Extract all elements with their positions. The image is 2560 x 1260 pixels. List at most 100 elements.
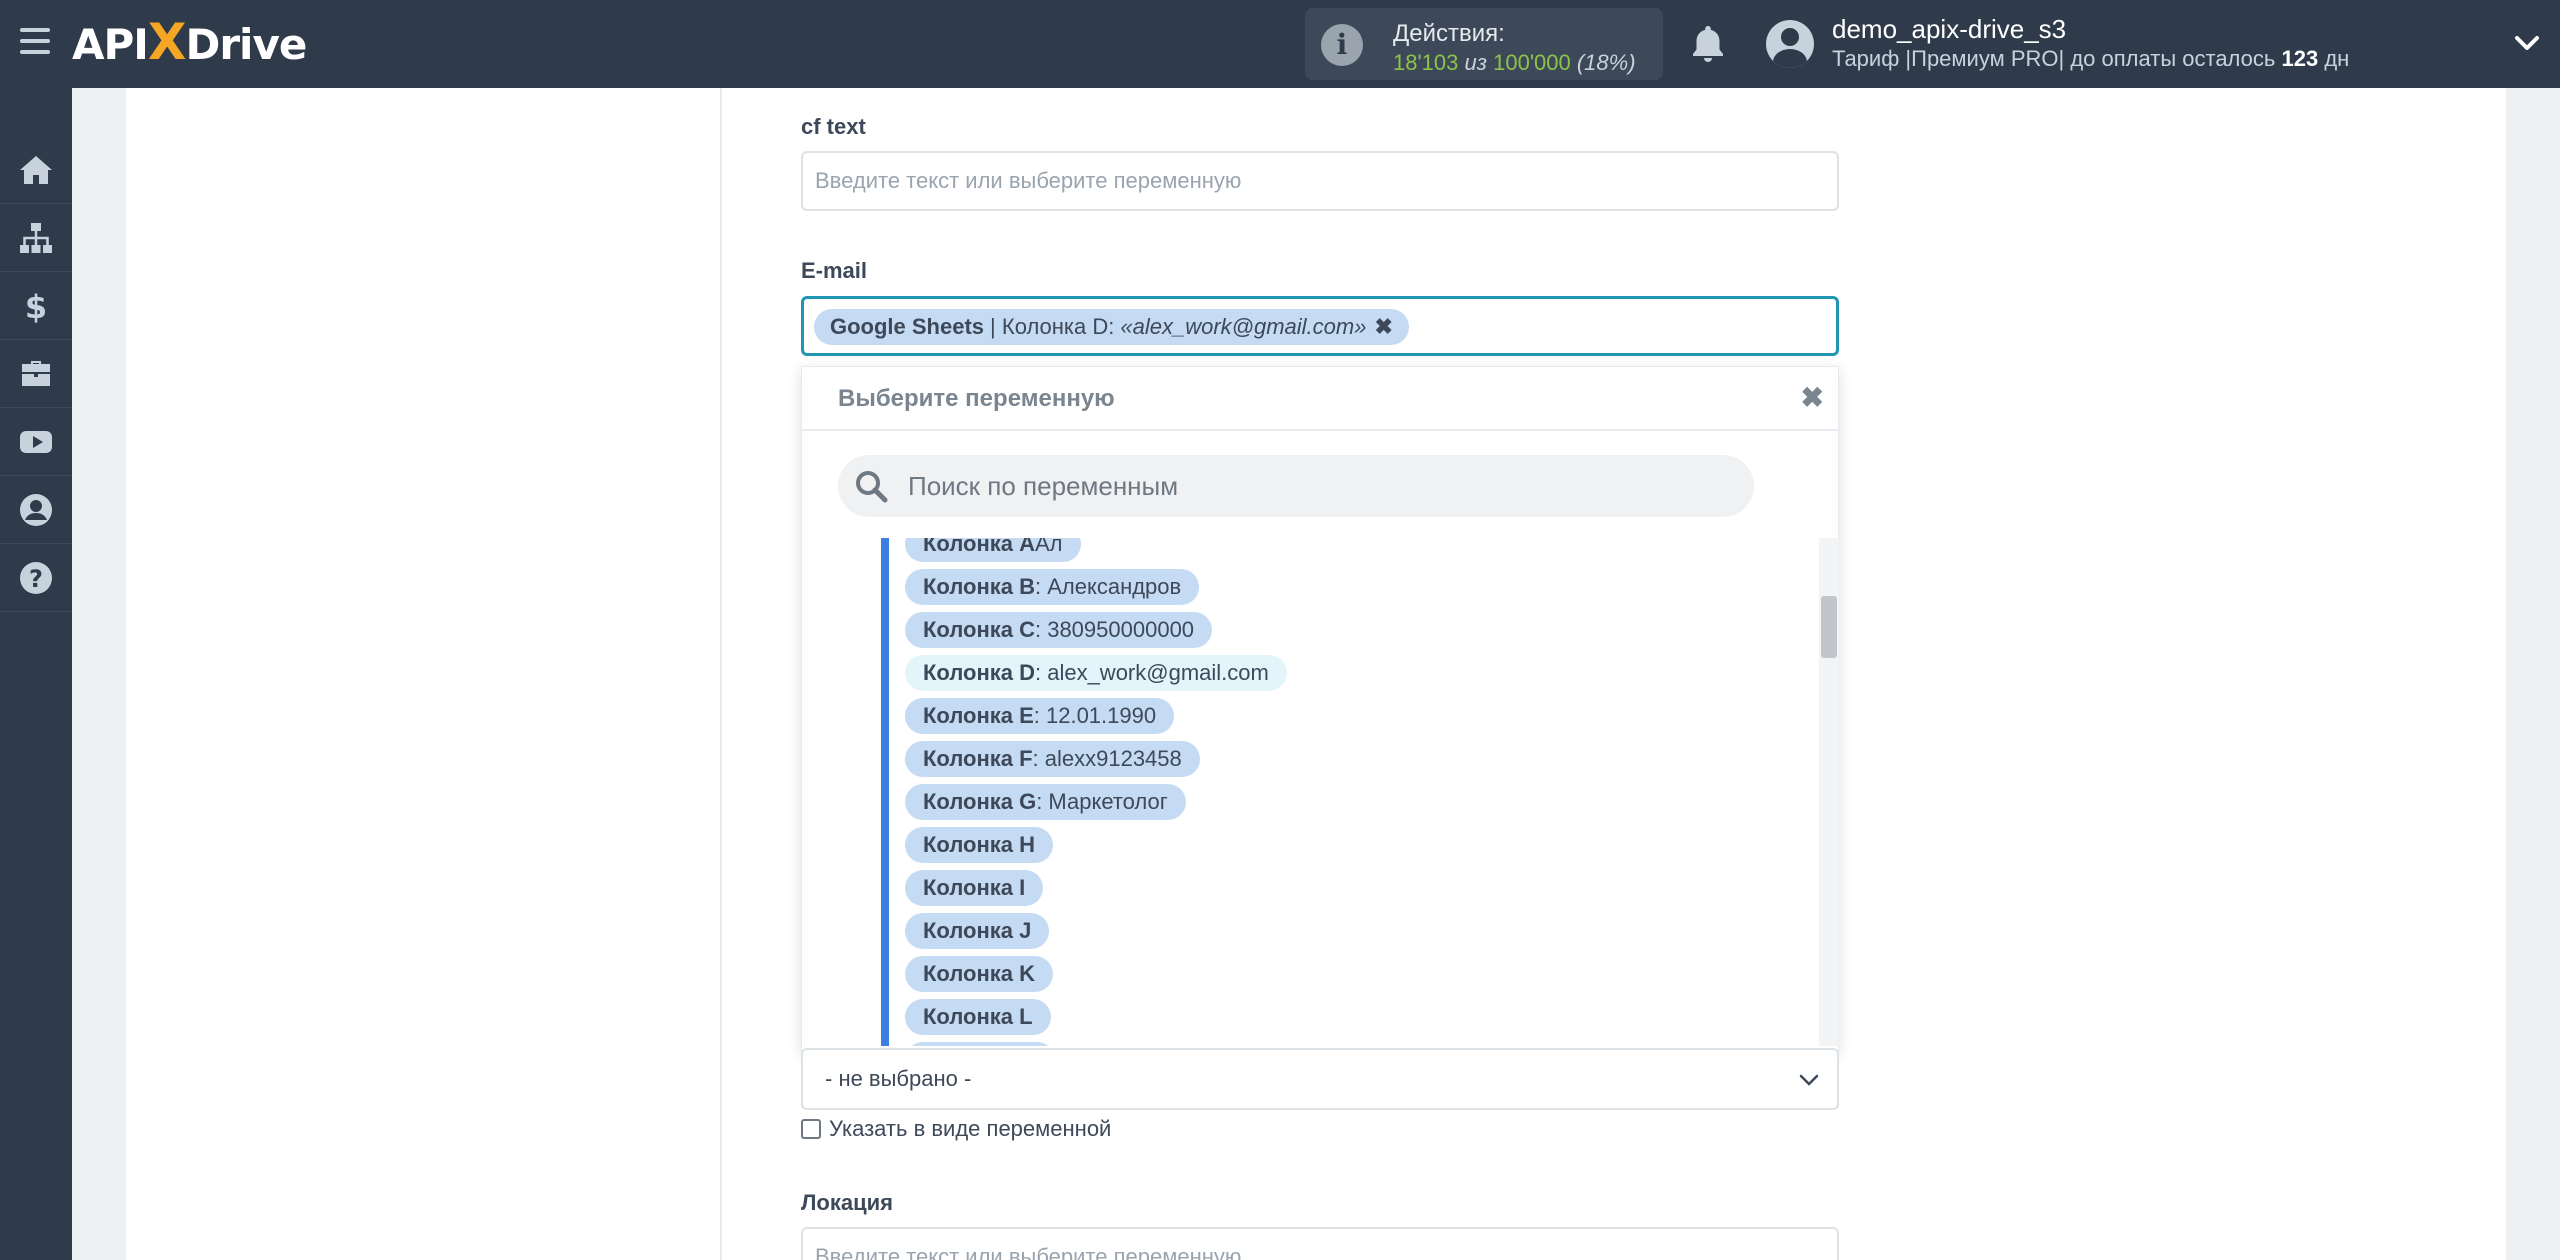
logo-text-drive: Drive	[185, 20, 307, 69]
tag-source: Google Sheets	[830, 314, 985, 339]
briefcase-icon	[22, 360, 50, 386]
email-variable-tag[interactable]: Google Sheets | Колонка D: «alex_work@gm…	[814, 309, 1409, 345]
close-icon[interactable]: ✖	[1801, 381, 1824, 414]
variable-selector-header: Выберите переменную ✖	[802, 367, 1838, 431]
variable-list[interactable]: Колонка A Ал Колонка B: Александров Колонка…	[801, 538, 1819, 1046]
variable-chip[interactable]: Колонка C: 380950000000	[905, 612, 1213, 648]
list-item[interactable]: Колонка M	[905, 1042, 1287, 1046]
actions-used: 18'103	[1393, 50, 1459, 75]
list-item[interactable]: Колонка F: alexx9123458	[905, 741, 1287, 777]
sidebar-item-billing[interactable]: $	[0, 272, 72, 340]
select-value: - не выбрано -	[825, 1066, 972, 1091]
variable-chip[interactable]: Колонка A Ал	[905, 538, 1081, 562]
email-field[interactable]: Google Sheets | Колонка D: «alex_work@gm…	[801, 296, 1839, 356]
top-bar: APIXDrive i Действия: 18'103 из 100'000 …	[0, 0, 2560, 88]
list-item[interactable]: Колонка A Ал	[905, 538, 1287, 562]
actions-total: 100'000	[1493, 50, 1571, 75]
actions-label: Действия:	[1393, 20, 1505, 47]
logo-text-api: API	[72, 20, 149, 69]
tag-column: | Колонка D:	[990, 314, 1115, 339]
variable-key: Колонка H	[923, 832, 1035, 857]
variable-key: Колонка F	[923, 746, 1033, 771]
menu-icon[interactable]	[20, 28, 50, 54]
sidebar-item-services[interactable]	[0, 340, 72, 408]
variable-key: Колонка E	[923, 703, 1034, 728]
tag-value: «alex_work@gmail.com»	[1120, 314, 1367, 339]
variable-chip[interactable]: Колонка L	[905, 999, 1051, 1035]
actions-percent: (18%)	[1576, 50, 1636, 75]
sidebar-item-profile[interactable]	[0, 476, 72, 544]
variable-chip[interactable]: Колонка B: Александров	[905, 569, 1200, 605]
left-sidebar: $ ?	[0, 88, 72, 1260]
variable-value: : alex_work@gmail.com	[1034, 660, 1269, 685]
variable-search[interactable]	[838, 455, 1754, 517]
variable-checkbox[interactable]	[801, 1119, 821, 1139]
variable-key: Колонка B	[923, 574, 1035, 599]
variable-value: : Александров	[1034, 574, 1182, 599]
column-divider	[720, 88, 722, 1260]
search-input[interactable]	[908, 455, 1728, 517]
variable-key: Колонка L	[923, 1004, 1033, 1029]
username[interactable]: demo_apix-drive_s3	[1832, 14, 2066, 45]
variable-chip[interactable]: Колонка M	[905, 1042, 1056, 1046]
cf-text-input[interactable]: Введите текст или выберите переменную	[801, 151, 1839, 211]
list-item[interactable]: Колонка G: Маркетолог	[905, 784, 1287, 820]
avatar[interactable]	[1766, 20, 1814, 68]
variable-list-scrollbar[interactable]	[1819, 538, 1839, 1046]
search-icon	[856, 471, 888, 503]
youtube-icon	[20, 430, 52, 453]
variable-key: Колонка A	[923, 538, 1035, 556]
sidebar-item-home[interactable]	[0, 136, 72, 204]
list-item[interactable]: Колонка I	[905, 870, 1287, 906]
svg-text:?: ?	[29, 565, 43, 593]
sidebar-item-help[interactable]: ?	[0, 544, 72, 612]
list-item[interactable]: Колонка D: alex_work@gmail.com	[905, 655, 1287, 691]
variable-value: : Маркетолог	[1036, 789, 1168, 814]
location-label: Локация	[801, 1190, 894, 1215]
actions-count: 18'103 из 100'000 (18%)	[1393, 50, 1636, 76]
variable-group-bar	[881, 538, 889, 1046]
variable-chip[interactable]: Колонка I	[905, 870, 1044, 906]
tariff-days: 123	[2281, 46, 2319, 71]
logo-text-x: X	[147, 13, 187, 71]
variable-value: Ал	[1034, 538, 1063, 556]
user-circle-icon	[20, 493, 52, 526]
scrollbar-thumb[interactable]	[1821, 596, 1837, 658]
status-select[interactable]: - не выбрано -	[801, 1048, 1839, 1110]
tariff-days-unit: дн	[2324, 46, 2350, 71]
variable-value: : 12.01.1990	[1033, 703, 1157, 728]
location-input[interactable]: Введите текст или выберите переменную	[801, 1227, 1839, 1260]
variable-key: Колонка I	[923, 875, 1026, 900]
logo[interactable]: APIXDrive	[72, 13, 307, 71]
variable-value: : 380950000000	[1034, 617, 1195, 642]
cf-text-label: cf text	[801, 114, 866, 139]
sidebar-item-connections[interactable]	[0, 204, 72, 272]
variable-chip[interactable]: Колонка E: 12.01.1990	[905, 698, 1175, 734]
bell-icon[interactable]	[1690, 24, 1726, 64]
email-label: E-mail	[801, 258, 868, 283]
actions-counter[interactable]: i Действия: 18'103 из 100'000 (18%)	[1305, 8, 1663, 80]
list-item[interactable]: Колонка C: 380950000000	[905, 612, 1287, 648]
sitemap-icon	[20, 222, 52, 253]
list-item[interactable]: Колонка B: Александров	[905, 569, 1287, 605]
variable-chip[interactable]: Колонка H	[905, 827, 1053, 863]
sidebar-item-video[interactable]	[0, 408, 72, 476]
variable-chip[interactable]: Колонка K	[905, 956, 1053, 992]
variable-key: Колонка D	[923, 660, 1035, 685]
variable-chip[interactable]: Колонка J	[905, 913, 1050, 949]
dollar-icon: $	[25, 288, 47, 324]
list-item[interactable]: Колонка K	[905, 956, 1287, 992]
variable-chip[interactable]: Колонка G: Маркетолог	[905, 784, 1186, 820]
list-item[interactable]: Колонка H	[905, 827, 1287, 863]
tag-remove-icon[interactable]: ✖	[1374, 314, 1392, 340]
variable-chip[interactable]: Колонка D: alex_work@gmail.com	[905, 655, 1287, 691]
chevron-down-icon	[1799, 1074, 1819, 1086]
chevron-down-icon[interactable]	[2514, 30, 2540, 56]
actions-of: из	[1464, 50, 1487, 75]
tariff-info: Тариф |Премиум PRO| до оплаты осталось 1…	[1832, 46, 2349, 72]
list-item[interactable]: Колонка E: 12.01.1990	[905, 698, 1287, 734]
list-item[interactable]: Колонка J	[905, 913, 1287, 949]
list-item[interactable]: Колонка L	[905, 999, 1287, 1035]
variable-checkbox-row[interactable]: Указать в виде переменной	[801, 1116, 1111, 1142]
variable-chip[interactable]: Колонка F: alexx9123458	[905, 741, 1200, 777]
